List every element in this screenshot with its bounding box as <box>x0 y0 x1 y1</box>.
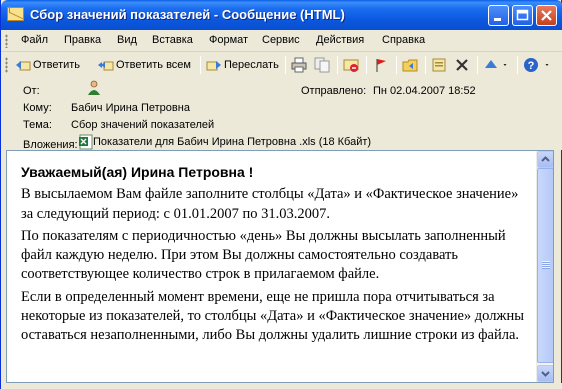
menu-insert[interactable]: Вставка <box>152 34 193 46</box>
menu-actions[interactable]: Действия <box>316 34 364 46</box>
window-bottom-edge <box>1 383 562 389</box>
person-icon <box>88 80 100 95</box>
scroll-down-icon <box>541 371 550 377</box>
toolbar-separator <box>200 56 201 74</box>
toolbar-separator <box>517 56 518 74</box>
window-title: Сбор значений показателей - Сообщение (H… <box>30 7 345 22</box>
attachment-name: Показатели для Бабич Ирина Петровна .xls… <box>93 136 372 148</box>
reply-icon <box>16 61 31 71</box>
toolbar-separator <box>396 56 397 74</box>
reply-all-icon <box>98 61 114 71</box>
message-content: Уважаемый(ая) Ирина Петровна ! В высылае… <box>21 163 533 349</box>
minimize-button[interactable] <box>488 5 509 26</box>
delete-mail-button[interactable] <box>343 56 361 74</box>
toolbar-options[interactable] <box>545 56 555 74</box>
toolbar-separator <box>425 56 426 74</box>
toolbar-separator <box>366 56 367 74</box>
reply-label: Ответить <box>33 59 81 71</box>
subject-label: Тема: <box>23 119 52 131</box>
menu-help[interactable]: Справка <box>382 34 425 46</box>
previous-item-button[interactable] <box>483 56 501 74</box>
chevron-down-icon <box>503 64 507 67</box>
menu-file[interactable]: Файл <box>21 34 48 46</box>
scroll-up-button[interactable] <box>537 151 553 168</box>
next-item-dropdown[interactable] <box>503 56 513 74</box>
reply-button[interactable]: Ответить <box>15 56 80 74</box>
toolbar-separator <box>477 56 478 74</box>
menu-format[interactable]: Формат <box>209 34 248 46</box>
message-body[interactable]: Уважаемый(ая) Ирина Петровна ! В высылае… <box>6 150 554 383</box>
toolbar-separator <box>285 56 286 74</box>
close-icon <box>541 10 552 21</box>
toolbar: Ответить Ответить всем Переслать ? <box>1 52 562 78</box>
from-label: От: <box>23 85 40 97</box>
forward-icon <box>206 61 221 71</box>
maximize-button[interactable] <box>512 5 533 26</box>
chevron-down-icon <box>545 64 549 67</box>
flag-icon <box>376 59 386 73</box>
help-button[interactable]: ? <box>523 56 541 74</box>
excel-file-icon <box>79 134 93 150</box>
menu-view[interactable]: Вид <box>117 34 137 46</box>
attachment-item[interactable]: Показатели для Бабич Ирина Петровна .xls… <box>79 134 371 150</box>
scroll-down-button[interactable] <box>537 365 553 382</box>
forward-button[interactable]: Переслать <box>206 56 279 74</box>
move-to-folder-button[interactable] <box>402 56 420 74</box>
toolbar-grip[interactable] <box>5 57 8 73</box>
message-header: От: Отправлено: Пн 02.04.2007 18:52 Кому… <box>1 78 562 151</box>
close-button[interactable] <box>536 5 557 26</box>
menu-bar: Файл Правка Вид Вставка Формат Сервис Де… <box>1 30 562 52</box>
sent-label: Отправлено: <box>301 85 367 97</box>
scroll-up-icon <box>541 156 550 162</box>
copy-button[interactable] <box>314 56 332 74</box>
subject-value: Сбор значений показателей <box>71 119 215 131</box>
toolbar-separator <box>337 56 338 74</box>
maximize-icon <box>516 9 529 21</box>
delete-x-icon <box>456 59 468 71</box>
junk-mail-icon <box>343 59 359 73</box>
paragraph: Если в определенный момент времени, еще … <box>21 288 524 344</box>
menubar-grip[interactable] <box>5 34 8 48</box>
envelope-icon <box>7 7 24 21</box>
forward-label: Переслать <box>224 59 279 71</box>
svg-text:?: ? <box>528 60 535 72</box>
folder-icon <box>402 59 418 72</box>
scroll-thumb[interactable] <box>537 168 553 363</box>
message-window: Сбор значений показателей - Сообщение (H… <box>0 0 562 389</box>
help-icon: ? <box>524 58 538 73</box>
printer-icon <box>291 57 307 73</box>
greeting: Уважаемый(ая) Ирина Петровна ! <box>21 164 254 180</box>
address-book-button[interactable] <box>431 56 449 74</box>
sent-date: Пн 02.04.2007 18:52 <box>373 85 476 97</box>
up-arrow-icon <box>485 60 497 69</box>
sender-contact[interactable] <box>87 80 101 99</box>
minimize-icon <box>494 18 501 21</box>
menu-edit[interactable]: Правка <box>64 34 101 46</box>
paragraph: В высылаемом Вам файле заполните столбцы… <box>21 186 519 222</box>
print-button[interactable] <box>291 56 309 74</box>
title-bar[interactable]: Сбор значений показателей - Сообщение (H… <box>1 0 562 30</box>
menu-tools[interactable]: Сервис <box>262 34 300 46</box>
delete-button[interactable] <box>454 56 472 74</box>
paragraph: По показателям с периодичностью «день» В… <box>21 227 506 283</box>
vertical-scrollbar[interactable] <box>536 151 553 382</box>
reply-all-label: Ответить всем <box>116 59 191 71</box>
to-label: Кому: <box>23 102 52 114</box>
recipient-name[interactable]: Бабич Ирина Петровна <box>71 102 190 114</box>
copy-icon <box>314 57 330 73</box>
flag-button[interactable] <box>373 56 391 74</box>
reply-all-button[interactable]: Ответить всем <box>98 56 191 74</box>
address-book-icon <box>432 58 446 72</box>
